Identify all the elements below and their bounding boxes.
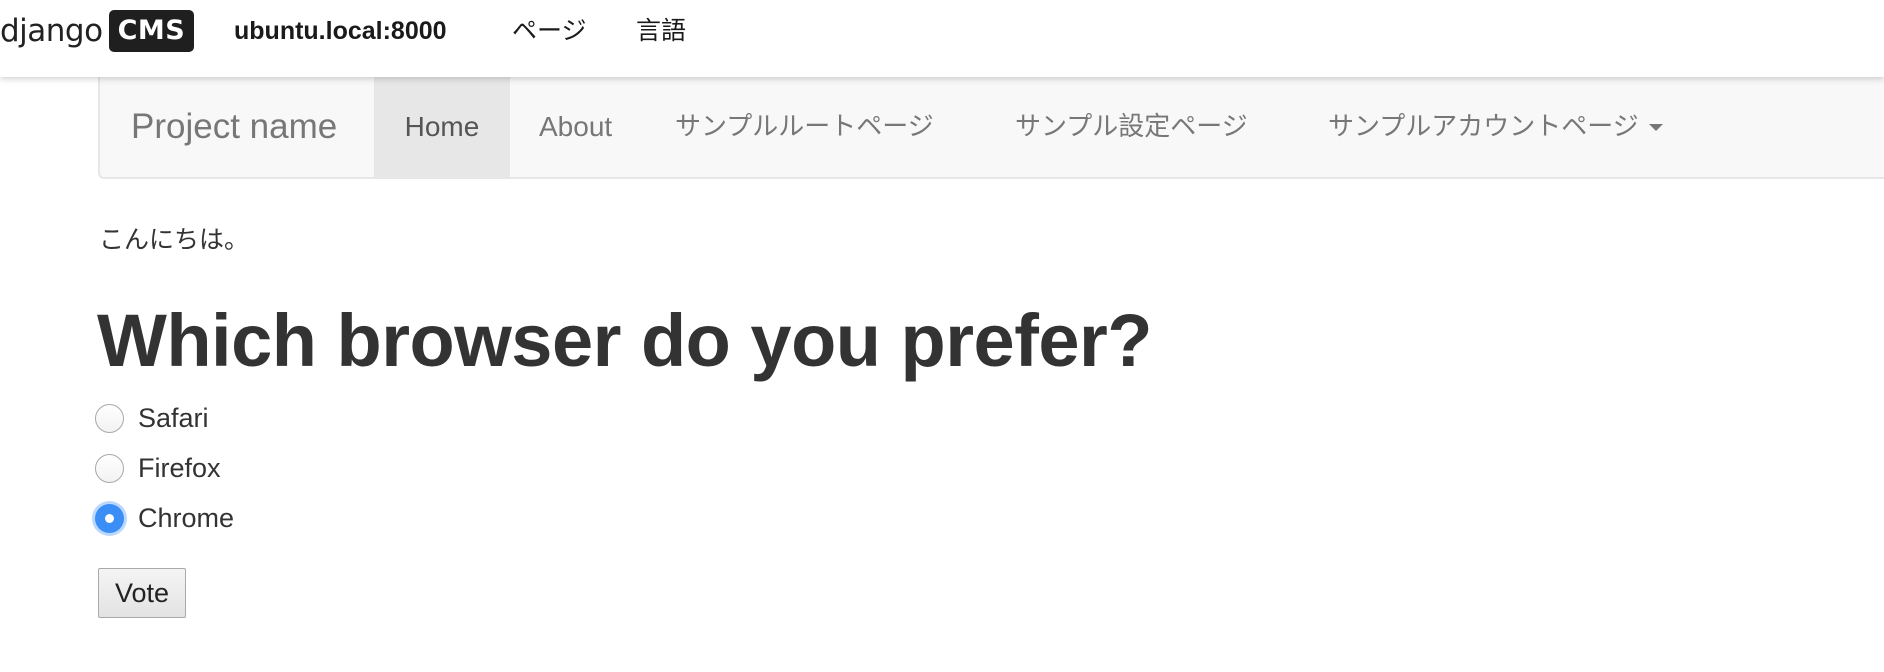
radio-firefox[interactable] [95, 453, 124, 483]
toolbar-pages-menu[interactable]: ページ [512, 10, 587, 52]
cms-toolbar: django CMS ubuntu.local:8000 ページ 言語 [0, 0, 1884, 77]
choice-label-safari: Safari [138, 402, 209, 433]
logo-cms-badge: CMS [108, 10, 195, 52]
caret-down-icon [1648, 124, 1663, 131]
poll-question: Which browser do you prefer? [97, 299, 1153, 382]
vote-button[interactable]: Vote [98, 568, 186, 618]
nav-item-sample-settings-page[interactable]: サンプル設定ページ [1015, 77, 1248, 177]
nav-item-sample-account-page[interactable]: サンプルアカウントページ [1328, 77, 1663, 177]
navbar-brand[interactable]: Project name [131, 77, 337, 177]
nav-item-home[interactable]: Home [374, 77, 510, 177]
choice-firefox[interactable]: Firefox [95, 452, 221, 484]
logo-word: django [0, 13, 103, 49]
nav-item-account-label: サンプルアカウントページ [1328, 112, 1639, 142]
radio-chrome[interactable] [95, 503, 124, 533]
toolbar-language-menu[interactable]: 言語 [636, 10, 686, 52]
greeting-text: こんにちは。 [99, 225, 250, 254]
choice-label-firefox: Firefox [138, 452, 221, 483]
toolbar-site-menu[interactable]: ubuntu.local:8000 [234, 10, 447, 52]
nav-item-about[interactable]: About [539, 77, 612, 177]
django-cms-logo[interactable]: django CMS [0, 10, 195, 52]
choice-label-chrome: Chrome [138, 502, 235, 533]
choice-chrome[interactable]: Chrome [95, 502, 234, 534]
radio-safari[interactable] [95, 403, 124, 433]
nav-item-sample-root-page[interactable]: サンプルルートページ [675, 77, 934, 177]
site-navbar: Project name Home About サンプルルートページ サンプル設… [98, 77, 1884, 179]
choice-safari[interactable]: Safari [95, 402, 209, 434]
